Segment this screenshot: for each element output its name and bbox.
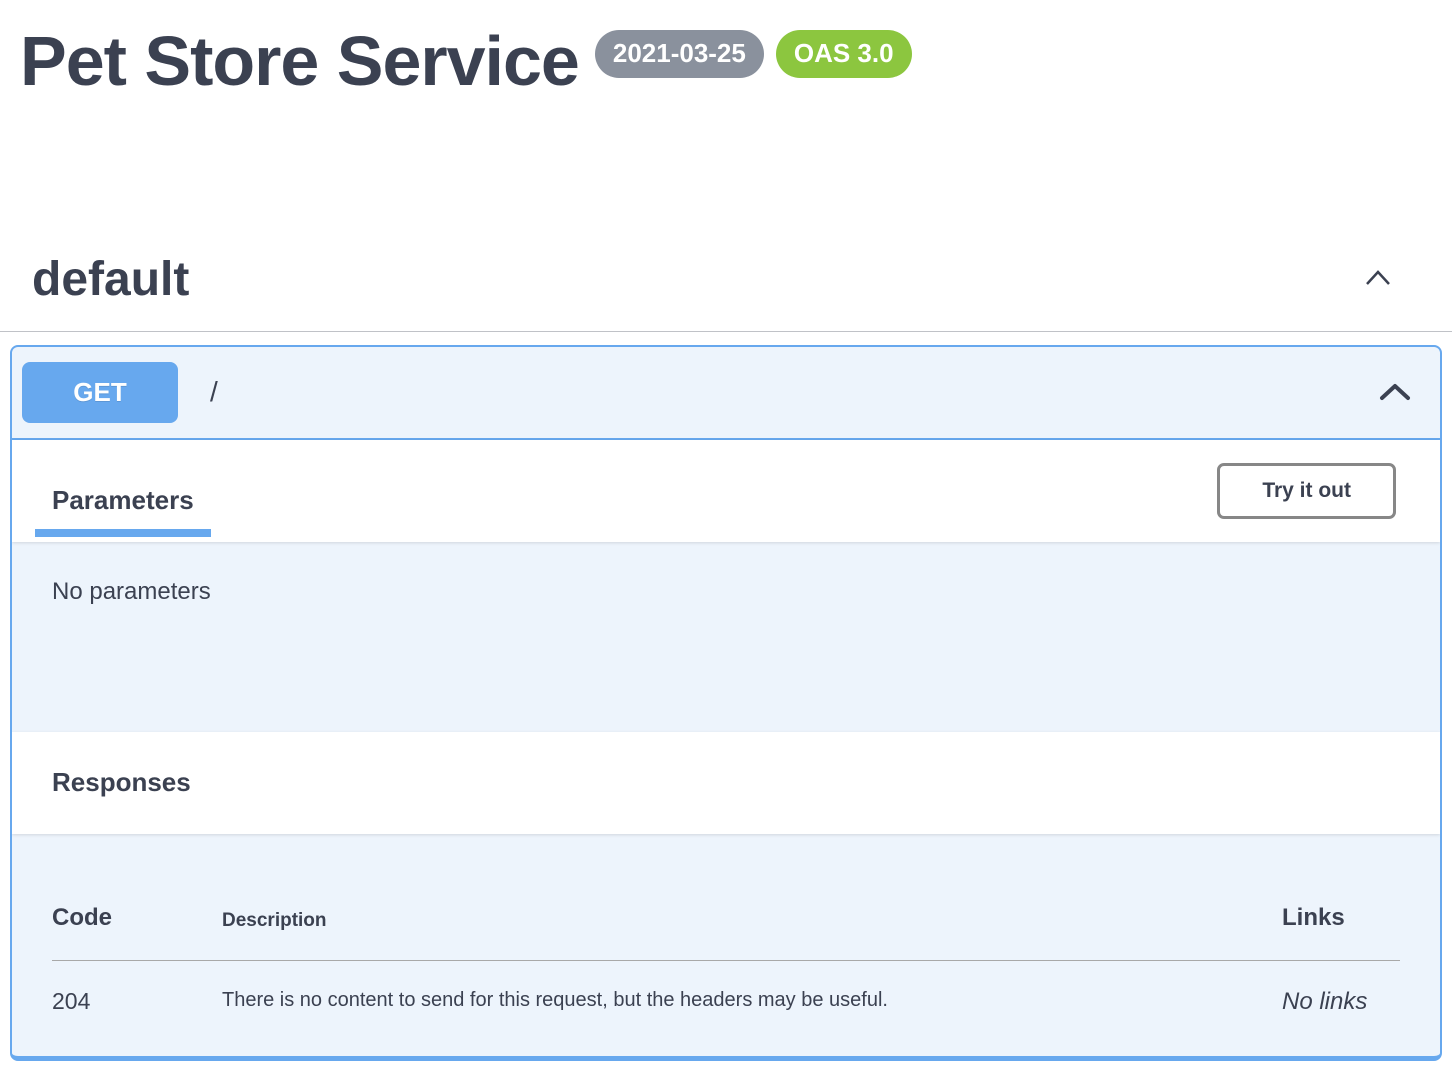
title-row: Pet Store Service 2021-03-25 OAS 3.0 <box>20 24 1432 100</box>
column-header-links: Links <box>1282 872 1400 961</box>
page-title: Pet Store Service <box>20 24 579 100</box>
responses-table-header-row: Code Description Links <box>52 872 1400 961</box>
operation-path: / <box>210 376 218 408</box>
responses-table: Code Description Links 204 There is no c… <box>52 872 1400 1016</box>
section-collapse-button[interactable] <box>1362 265 1394 293</box>
api-info-header: Pet Store Service 2021-03-25 OAS 3.0 <box>0 0 1452 100</box>
tag-section-header[interactable]: default <box>0 228 1452 332</box>
response-description: There is no content to send for this req… <box>222 960 1282 1016</box>
parameters-section-header: Parameters Try it out <box>12 440 1440 542</box>
column-header-code: Code <box>52 872 222 961</box>
responses-heading: Responses <box>52 767 191 798</box>
tab-parameters[interactable]: Parameters <box>35 485 211 537</box>
opblock-body: Parameters Try it out No parameters Resp… <box>12 440 1440 1056</box>
operation-collapse-button[interactable] <box>1376 378 1414 406</box>
try-it-out-button[interactable]: Try it out <box>1217 463 1396 519</box>
table-row: 204 There is no content to send for this… <box>52 960 1400 1016</box>
column-header-description: Description <box>222 872 1282 961</box>
version-badge: 2021-03-25 <box>595 30 764 78</box>
response-links: No links <box>1282 960 1400 1016</box>
oas-badge: OAS 3.0 <box>776 30 912 78</box>
no-parameters-text: No parameters <box>52 578 1400 606</box>
get-method-badge: GET <box>22 362 178 423</box>
chevron-up-icon <box>1362 265 1394 293</box>
chevron-up-icon <box>1376 378 1414 406</box>
parameters-container: No parameters <box>12 542 1440 732</box>
tag-name: default <box>32 252 189 307</box>
responses-section-header: Responses <box>12 732 1440 834</box>
badges: 2021-03-25 OAS 3.0 <box>595 30 912 78</box>
opblock-summary[interactable]: GET / <box>12 347 1440 440</box>
responses-inner: Code Description Links 204 There is no c… <box>12 834 1440 1056</box>
opblock-get: GET / Parameters Try it out No parameter… <box>10 345 1442 1061</box>
response-code: 204 <box>52 960 222 1016</box>
